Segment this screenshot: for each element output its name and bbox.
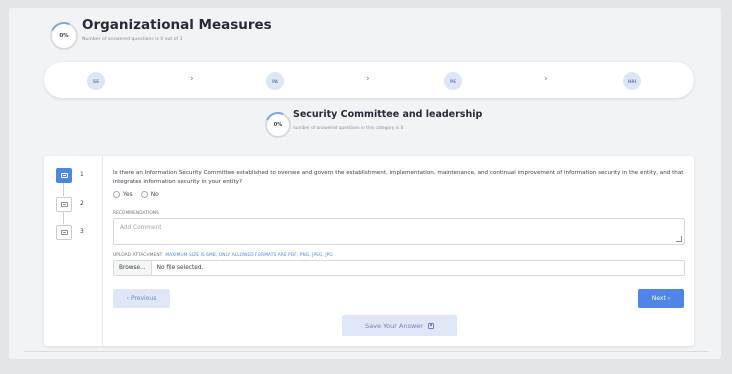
connector-line bbox=[63, 211, 64, 224]
upload-label-row: UPLOAD ATTACHMENT MAXIMUM SIZE IS 6MB, ON… bbox=[113, 253, 333, 258]
question-2-button[interactable] bbox=[56, 197, 72, 212]
file-status: No file selected. bbox=[156, 265, 204, 271]
divider bbox=[24, 351, 708, 352]
upload-hint: MAXIMUM SIZE IS 6MB, ONLY ALLOWED FORMAT… bbox=[165, 253, 333, 258]
connector-line bbox=[63, 183, 64, 196]
question-2-number: 2 bbox=[80, 200, 84, 207]
page-title: Organizational Measures bbox=[82, 17, 272, 33]
question-card: 1 2 3 Is there an Information Security C… bbox=[44, 156, 694, 346]
question-1-number: 1 bbox=[80, 171, 84, 178]
chevron-right-icon: › bbox=[544, 74, 548, 84]
previous-button[interactable]: ‹ Previous bbox=[113, 289, 170, 308]
step-hri[interactable]: HRI bbox=[623, 72, 641, 90]
save-answer-label: Save Your Answer bbox=[365, 321, 423, 330]
comment-textarea[interactable]: Add Comment bbox=[113, 218, 685, 245]
no-radio[interactable] bbox=[140, 191, 148, 198]
no-label[interactable]: No bbox=[151, 191, 159, 198]
comment-placeholder: Add Comment bbox=[120, 225, 162, 231]
step-pe[interactable]: PE bbox=[444, 72, 462, 90]
page-subtitle: Number of answered questions is 0 out of… bbox=[82, 37, 183, 42]
yes-label[interactable]: Yes bbox=[123, 191, 133, 198]
resize-handle-icon[interactable] bbox=[676, 236, 682, 242]
question-1-button[interactable] bbox=[56, 168, 72, 183]
save-answer-button[interactable]: Save Your Answer bbox=[342, 315, 457, 336]
question-text: Is there an Information Security Committ… bbox=[113, 170, 684, 185]
chevron-right-icon: › bbox=[190, 74, 194, 84]
file-input[interactable]: Browse... No file selected. bbox=[113, 260, 685, 276]
yes-radio[interactable] bbox=[113, 191, 120, 198]
section-subtitle: number of answered questions in this cat… bbox=[293, 126, 404, 131]
category-stepper: SE › PA › PE › HRI bbox=[44, 62, 694, 98]
save-icon bbox=[427, 322, 434, 329]
next-button[interactable]: Next › bbox=[638, 289, 684, 308]
step-se[interactable]: SE bbox=[87, 72, 105, 90]
document-icon bbox=[60, 202, 68, 207]
section-progress-ring: 0% bbox=[261, 108, 295, 142]
recommendations-label: RECOMMENDATIONS bbox=[113, 211, 159, 216]
overall-progress-ring: 0% bbox=[46, 18, 82, 54]
question-navigator: 1 2 3 bbox=[44, 156, 103, 346]
document-icon bbox=[60, 230, 68, 235]
step-pa[interactable]: PA bbox=[266, 72, 284, 90]
chevron-right-icon: › bbox=[366, 74, 370, 84]
question-3-button[interactable] bbox=[56, 225, 72, 240]
answer-options: Yes No bbox=[113, 191, 167, 198]
browse-button[interactable]: Browse... bbox=[114, 261, 152, 275]
question-3-number: 3 bbox=[80, 228, 84, 235]
upload-label: UPLOAD ATTACHMENT bbox=[113, 253, 163, 258]
document-icon bbox=[60, 173, 68, 178]
section-title: Security Committee and leadership bbox=[293, 109, 483, 120]
